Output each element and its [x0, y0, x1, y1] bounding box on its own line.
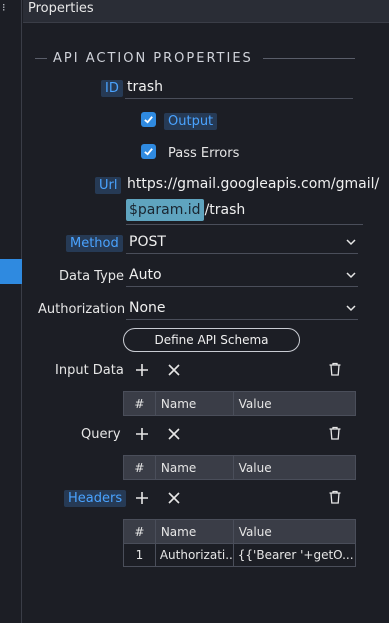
delete-input-data-button[interactable]	[327, 361, 343, 377]
pass-errors-checkbox[interactable]	[141, 144, 156, 159]
table-row[interactable]: 1 Authorizati... {{'Bearer '+getO...	[123, 543, 357, 567]
delete-query-button[interactable]	[327, 425, 343, 441]
header-value-cell[interactable]: {{'Bearer '+getO...	[232, 543, 357, 567]
x-icon	[168, 428, 180, 440]
method-label: Method	[66, 235, 123, 252]
add-header-button[interactable]	[134, 490, 150, 506]
url-field[interactable]: $param.id /trash	[126, 195, 363, 225]
trash-icon	[329, 490, 341, 504]
query-label: Query	[81, 427, 121, 442]
id-label: ID	[101, 80, 123, 97]
authorization-label: Authorization	[38, 302, 126, 317]
trash-icon	[329, 426, 341, 440]
left-strip: ⁝	[0, 0, 22, 623]
column-header: Value	[232, 519, 357, 544]
chevron-down-icon	[346, 238, 356, 245]
divider	[262, 57, 355, 59]
section-title-text: API ACTION PROPERTIES	[53, 50, 253, 66]
authorization-value: None	[129, 299, 166, 316]
table-header-row: # Name Value	[123, 519, 357, 544]
plus-icon	[136, 428, 148, 440]
table-header-row: # Name Value	[123, 455, 357, 480]
row-number: 1	[123, 543, 156, 567]
add-query-button[interactable]	[134, 426, 150, 442]
define-api-schema-button[interactable]: Define API Schema	[123, 328, 300, 352]
remove-input-data-button[interactable]	[166, 362, 182, 378]
authorization-select[interactable]: None	[126, 298, 358, 320]
headers-label: Headers	[64, 490, 127, 507]
panel-title: Properties	[28, 1, 94, 16]
column-header: Value	[232, 455, 357, 480]
column-header: Value	[232, 391, 357, 416]
param-chip[interactable]: $param.id	[126, 198, 204, 221]
x-icon	[168, 492, 180, 504]
check-icon	[144, 148, 153, 156]
url-tail: /trash	[204, 201, 246, 218]
column-header: Name	[154, 391, 234, 416]
url-text[interactable]: https://gmail.googleapis.com/gmail/	[127, 176, 379, 192]
table-header-row: # Name Value	[123, 391, 357, 416]
output-checkbox[interactable]	[141, 112, 156, 127]
pass-errors-label: Pass Errors	[168, 146, 240, 161]
column-header: Name	[154, 519, 234, 544]
divider	[35, 57, 47, 59]
check-icon	[144, 116, 153, 124]
data-type-label: Data Type	[59, 269, 125, 284]
section-title: API ACTION PROPERTIES	[35, 49, 355, 67]
url-label: Url	[95, 177, 122, 194]
plus-icon	[136, 492, 148, 504]
id-value: trash	[127, 79, 163, 95]
input-data-label: Input Data	[55, 363, 124, 378]
header-name-cell[interactable]: Authorizati...	[154, 543, 234, 567]
active-tab-indicator[interactable]	[0, 259, 22, 284]
query-table: # Name Value	[123, 455, 357, 480]
data-type-select[interactable]: Auto	[126, 265, 358, 287]
plus-icon	[136, 364, 148, 376]
id-field[interactable]: trash	[125, 79, 353, 99]
chevron-down-icon	[346, 304, 356, 311]
panel-header: Properties	[23, 0, 389, 23]
data-type-value: Auto	[129, 266, 162, 283]
remove-header-button[interactable]	[166, 490, 182, 506]
column-header: Name	[154, 455, 234, 480]
headers-table: # Name Value 1 Authorizati... {{'Bearer …	[123, 519, 357, 567]
column-header: #	[123, 519, 156, 544]
remove-query-button[interactable]	[166, 426, 182, 442]
trash-icon	[329, 362, 341, 376]
x-icon	[168, 364, 180, 376]
method-value: POST	[129, 233, 166, 250]
chevron-down-icon	[346, 271, 356, 278]
method-select[interactable]: POST	[126, 232, 358, 254]
output-label: Output	[164, 113, 218, 130]
add-input-data-button[interactable]	[134, 362, 150, 378]
column-header: #	[123, 455, 156, 480]
delete-header-button[interactable]	[327, 489, 343, 505]
more-dots-icon[interactable]: ⁝	[2, 1, 6, 14]
column-header: #	[123, 391, 156, 416]
input-data-table: # Name Value	[123, 391, 357, 416]
